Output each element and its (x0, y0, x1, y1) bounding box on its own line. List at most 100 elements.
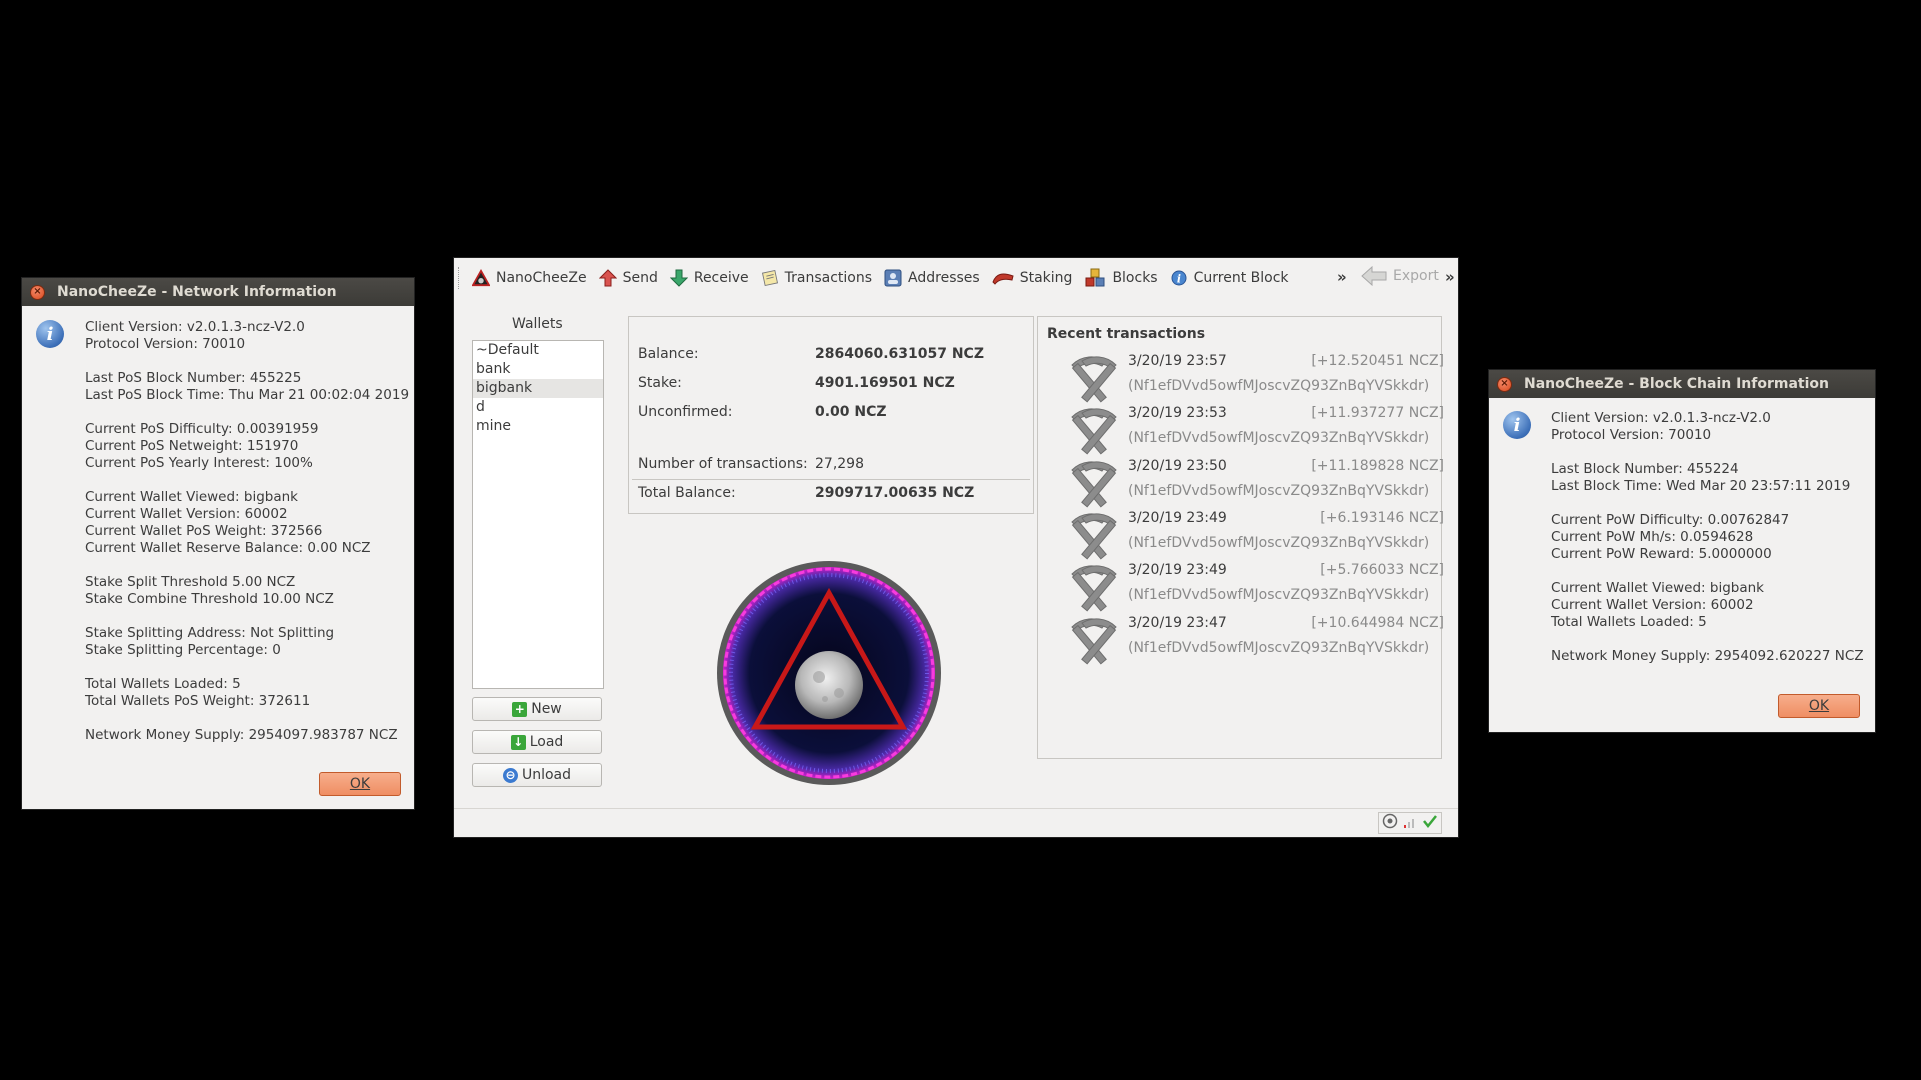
blockchain-info-titlebar[interactable]: × NanoCheeZe - Block Chain Information (1489, 370, 1875, 398)
info-line: Current PoS Netweight: 151970 (85, 438, 299, 454)
plus-icon: + (512, 701, 528, 717)
info-icon: i (1503, 411, 1531, 439)
blockchain-info-dialog: × NanoCheeZe - Block Chain Information i… (1489, 370, 1875, 732)
ok-button[interactable]: OK (319, 772, 401, 796)
info-line: Last Block Number: 455224 (1551, 461, 1739, 477)
send-icon (598, 269, 617, 287)
info-line: Last PoS Block Time: Thu Mar 21 00:02:04… (85, 387, 410, 403)
num-transactions-value: 27,298 (815, 456, 864, 472)
transaction-address: (Nf1efDVvd5owfMJoscvZQ93ZnBqYVSkkdr) (1128, 534, 1430, 551)
tab-receive[interactable]: Receive (669, 269, 749, 287)
wallet-list-item[interactable]: bigbank (473, 379, 603, 398)
transaction-amount: [+12.520451 NCZ] (1311, 353, 1444, 369)
network-info-titlebar[interactable]: × NanoCheeZe - Network Information (22, 278, 414, 306)
load-icon: ↓ (510, 734, 526, 750)
export-button[interactable]: Export (1361, 266, 1439, 286)
info-line: Current PoS Difficulty: 0.00391959 (85, 421, 319, 437)
wallet-list-item[interactable]: d (473, 398, 603, 417)
mined-pickaxe-icon (1066, 351, 1122, 407)
tab-transactions[interactable]: Transactions (761, 269, 872, 287)
wallets-heading: Wallets (512, 316, 563, 332)
info-line: Current PoS Yearly Interest: 100% (85, 455, 313, 471)
transaction-address: (Nf1efDVvd5owfMJoscvZQ93ZnBqYVSkkdr) (1128, 587, 1430, 604)
transaction-amount: [+5.766033 NCZ] (1320, 562, 1444, 579)
toolbar-grip[interactable] (458, 267, 462, 289)
info-line: Current Wallet Version: 60002 (1551, 597, 1754, 613)
transaction-date: 3/20/19 23:57 (1128, 353, 1227, 369)
balance-value: 2864060.631057 NCZ (815, 346, 984, 362)
transaction-amount: [+11.937277 NCZ] (1311, 405, 1444, 422)
export-arrow-icon (1361, 266, 1387, 286)
toolbar-overflow-button-2[interactable]: » (1445, 268, 1455, 286)
info-line: Network Money Supply: 2954092.620227 NCZ (1551, 648, 1864, 664)
info-line: Current PoW Mh/s: 0.0594628 (1551, 529, 1754, 545)
nanocheeze-moon-logo (715, 559, 943, 787)
info-line: Network Money Supply: 2954097.983787 NCZ (85, 727, 398, 743)
tab-send[interactable]: Send (598, 269, 658, 287)
transaction-date: 3/20/19 23:49 (1128, 509, 1227, 526)
transaction-date: 3/20/19 23:47 (1128, 614, 1227, 631)
close-icon[interactable]: × (1497, 376, 1512, 392)
svg-text:i: i (1177, 273, 1181, 286)
unconfirmed-label: Unconfirmed: (638, 404, 733, 420)
tab-blocks[interactable]: Blocks (1084, 268, 1158, 287)
addresses-icon (884, 269, 902, 287)
tab-staking[interactable]: Staking (992, 269, 1072, 287)
info-line: Current Wallet PoS Weight: 372566 (85, 523, 323, 539)
stake-value: 4901.169501 NCZ (815, 375, 955, 391)
info-line: Protocol Version: 70010 (1551, 427, 1712, 443)
synced-check-icon[interactable] (1422, 813, 1438, 833)
stake-label: Stake: (638, 375, 682, 391)
network-info-dialog: × NanoCheeZe - Network Information i Cli… (22, 278, 414, 809)
blockchain-info-title: NanoCheeZe - Block Chain Information (1524, 376, 1829, 392)
transaction-address: (Nf1efDVvd5owfMJoscvZQ93ZnBqYVSkkdr) (1128, 482, 1430, 499)
new-wallet-button[interactable]: + New (472, 697, 602, 721)
tab-addresses[interactable]: Addresses (884, 269, 980, 287)
info-line: Current Wallet Viewed: bigbank (85, 489, 299, 505)
info-line: Current Wallet Viewed: bigbank (1551, 580, 1765, 596)
transaction-date: 3/20/19 23:50 (1128, 457, 1227, 474)
ok-button[interactable]: OK (1778, 694, 1860, 718)
close-icon[interactable]: × (30, 284, 45, 300)
info-line: Current PoW Difficulty: 0.00762847 (1551, 512, 1790, 528)
transaction-row[interactable]: 3/20/19 23:47 [+10.644984 NCZ] (Nf1efDVvd5… (1062, 611, 1452, 673)
wallet-list-item[interactable]: mine (473, 417, 603, 436)
wallet-list-item[interactable]: ~Default (473, 341, 603, 360)
transaction-address: (Nf1efDVvd5owfMJoscvZQ93ZnBqYVSkkdr) (1128, 430, 1430, 447)
toolbar-overflow-button[interactable]: » (1337, 268, 1347, 286)
transaction-amount: [+6.193146 NCZ] (1320, 509, 1444, 526)
tab-nanocheeze[interactable]: NanoCheeZe (472, 268, 587, 287)
tab-current-block[interactable]: i Current Block (1170, 269, 1289, 287)
recent-transactions-heading: Recent transactions (1047, 326, 1206, 342)
unload-wallet-button[interactable]: ⊖ Unload (472, 763, 602, 787)
transaction-address: (Nf1efDVvd5owfMJoscvZQ93ZnBqYVSkkdr) (1128, 639, 1430, 656)
total-balance-value: 2909717.00635 NCZ (815, 485, 975, 501)
info-line: Total Wallets Loaded: 5 (85, 676, 241, 692)
info-line: Protocol Version: 70010 (85, 336, 246, 352)
total-balance-label: Total Balance: (638, 485, 736, 501)
transaction-date: 3/20/19 23:53 (1128, 405, 1227, 422)
connections-icon[interactable] (1382, 813, 1398, 833)
wallet-list-item[interactable]: bank (473, 360, 603, 379)
load-wallet-button[interactable]: ↓ Load (472, 730, 602, 754)
unload-icon: ⊖ (502, 767, 518, 783)
transaction-amount: [+10.644984 NCZ] (1311, 614, 1444, 631)
signal-icon[interactable] (1403, 814, 1417, 833)
toolbar: NanoCheeZe Send Receive Transactions Add… (454, 258, 1458, 298)
blocks-icon (1084, 268, 1106, 287)
info-line: Current PoW Reward: 5.0000000 (1551, 546, 1772, 562)
wallet-list[interactable]: ~Default bank bigbank d mine (472, 340, 604, 689)
main-wallet-window: NanoCheeZe Send Receive Transactions Add… (454, 258, 1458, 837)
transaction-date: 3/20/19 23:49 (1128, 562, 1227, 579)
blockchain-info-text: Client Version: v2.0.1.3-ncz-V2.0 Protoco… (1551, 410, 1864, 665)
info-line: Stake Splitting Address: Not Splitting (85, 625, 335, 641)
